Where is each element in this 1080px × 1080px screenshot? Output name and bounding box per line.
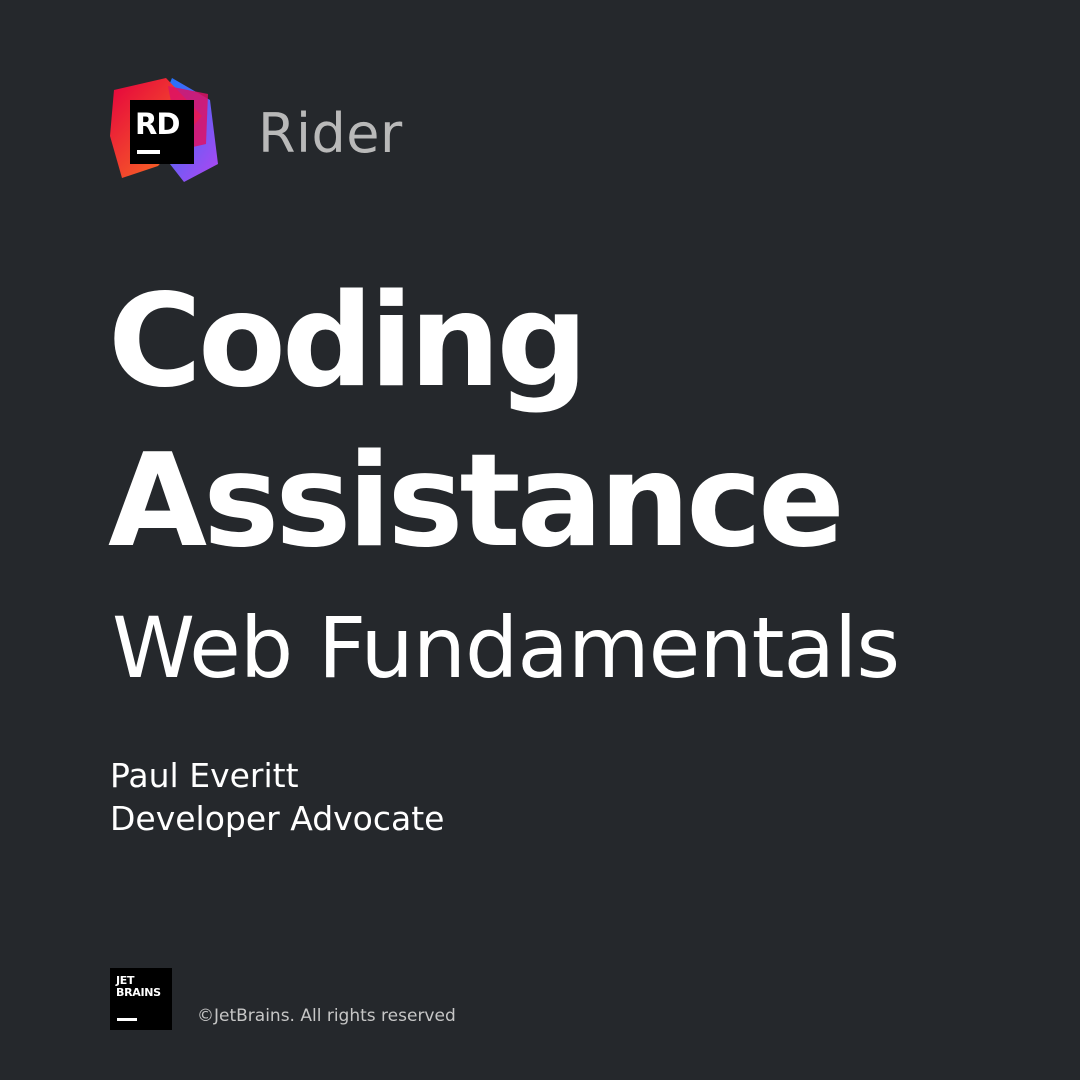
copyright-notice: ©JetBrains. All rights reserved [197,1006,456,1026]
jetbrains-logo-line-2: BRAINS [116,986,161,999]
jetbrains-logo-text: JET BRAINS [116,975,161,999]
jetbrains-logo-icon: JET BRAINS [110,968,172,1030]
jetbrains-logo-bar [117,1018,137,1021]
subtitle: Web Fundamentals [112,599,900,697]
author-name: Paul Everitt [110,756,299,795]
author-role: Developer Advocate [110,799,445,838]
title-line-1: Coding [108,267,588,416]
author-block: Paul Everitt Developer Advocate [110,754,444,840]
product-name: Rider [258,102,403,165]
title-line-2: Assistance [108,427,845,576]
rider-logo-icon: RD [110,76,218,184]
rider-logo-letters: RD [135,107,179,141]
